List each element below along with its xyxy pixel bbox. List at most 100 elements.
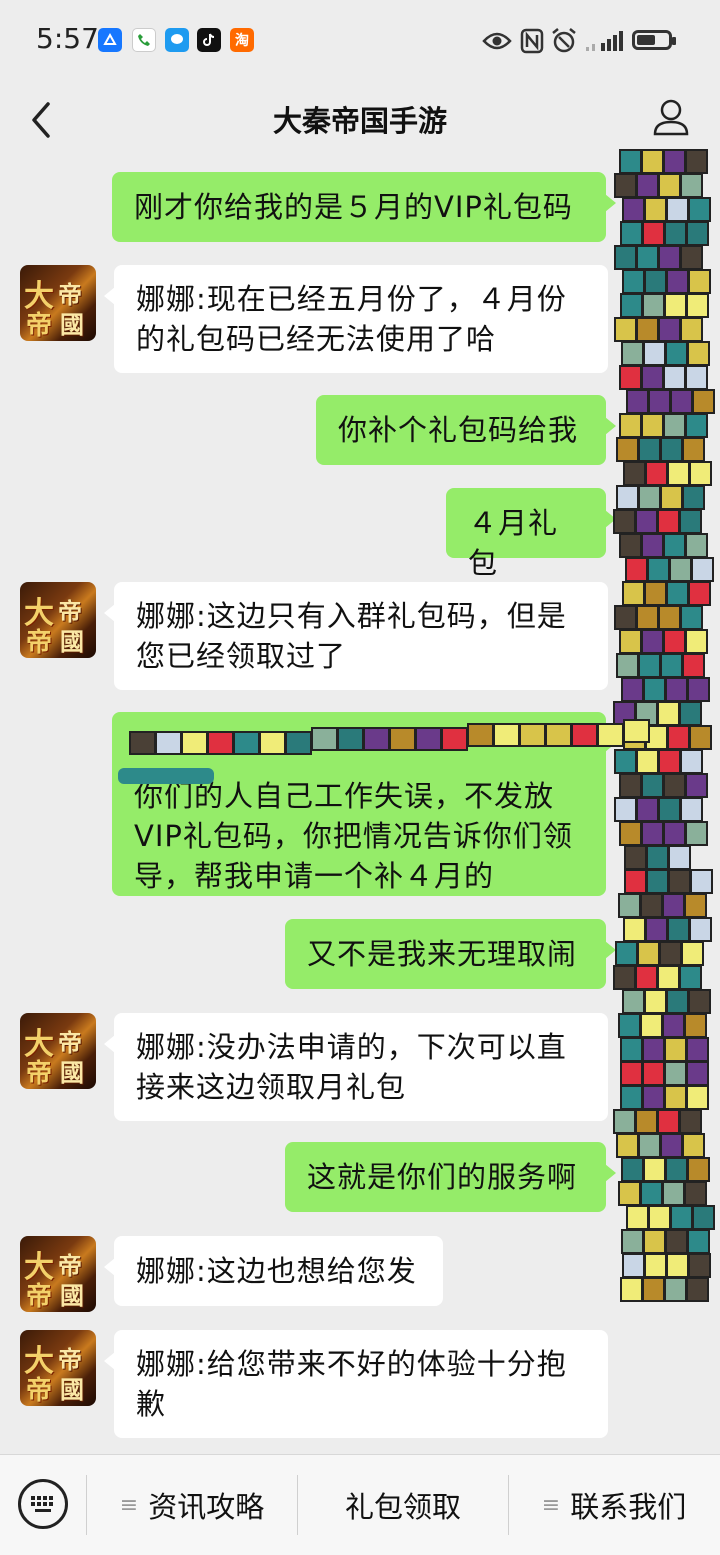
mosaic-tile [668,869,691,894]
mosaic-tile [619,149,642,174]
mosaic-tile [636,173,659,198]
mosaic-tile [648,389,671,414]
mosaic-tile [616,437,639,462]
mosaic-tile [597,723,624,747]
mosaic-tile [688,1253,711,1278]
mosaic-tile [680,173,703,198]
mosaic-tile [664,1037,687,1062]
mosaic-tile [618,893,641,918]
keyboard-icon[interactable] [18,1479,68,1529]
mosaic-tile [613,965,636,990]
mosaic-tile [665,341,688,366]
mosaic-tile [666,269,689,294]
mosaic-tile [647,557,670,582]
mosaic-tile [622,581,645,606]
mosaic-tile [690,869,713,894]
mosaic-tile [657,509,680,534]
mosaic-tile [689,917,712,942]
mosaic-tile [635,965,658,990]
mosaic-tile [667,917,690,942]
mosaic-tile [614,317,637,342]
mosaic-tile [415,727,442,751]
mosaic-tile [638,485,661,510]
mosaic-tile [679,509,702,534]
mosaic-tile [643,677,666,702]
menu-item-contact[interactable]: ≡ 联系我们 [509,1455,719,1555]
mosaic-tile [665,677,688,702]
mosaic-tile [685,365,708,390]
mosaic-tile [680,797,703,822]
mosaic-tile [692,1205,715,1230]
mosaic-tile [681,941,704,966]
mosaic-tile [685,773,708,798]
mosaic-tile [618,1013,641,1038]
mosaic-tile [657,965,680,990]
mosaic-tile [682,1133,705,1158]
mosaic-tile [657,701,680,726]
mosaic-tile [665,1157,688,1182]
mosaic-tile [636,605,659,630]
mosaic-tile [660,653,683,678]
mosaic-tile [640,1013,663,1038]
mosaic-tile [666,581,689,606]
mosaic-tile [663,365,686,390]
mosaic-tile [663,533,686,558]
mosaic-tile [623,917,646,942]
mosaic-tile [621,341,644,366]
menu-item-label: 联系我们 [570,1490,687,1524]
mosaic-tile [620,1085,643,1110]
mosaic-tile [636,797,659,822]
mosaic-tile [689,461,712,486]
mosaic-tile [642,221,665,246]
mosaic-tile [663,149,686,174]
mosaic-tile [619,629,642,654]
bottom-menu-bar: ≡ 资讯攻略 礼包领取 ≡ 联系我们 [0,1454,720,1555]
mosaic-tile [623,719,650,743]
mosaic-tile [664,1085,687,1110]
mosaic-tile [616,653,639,678]
menu-item-news[interactable]: ≡ 资讯攻略 [87,1455,297,1555]
mosaic-tile [620,293,643,318]
mosaic-tile [642,1085,665,1110]
mosaic-tile [571,723,598,747]
mosaic-tile [641,413,664,438]
mosaic-tile [643,1157,666,1182]
mosaic-tile [644,197,667,222]
mosaic-tile [658,317,681,342]
mosaic-tile [658,749,681,774]
mosaic-tile [614,797,637,822]
mosaic-tile [641,629,664,654]
mosaic-tile [688,269,711,294]
mosaic-tile [658,797,681,822]
mosaic-tile [659,941,682,966]
mosaic-tile [614,605,637,630]
mosaic-tile [689,725,712,750]
mosaic-tile [670,389,693,414]
mosaic-tile [648,1205,671,1230]
mosaic-tile [493,723,520,747]
mosaic-tile [679,701,702,726]
mosaic-tile [688,581,711,606]
mosaic-tile [640,893,663,918]
mosaic-tile [680,317,703,342]
mosaic-tile [645,917,668,942]
mosaic-tile [618,1181,641,1206]
mosaic-tile [679,1109,702,1134]
mosaic-tile [619,365,642,390]
mosaic-tile [687,677,710,702]
mosaic-tile [668,845,691,870]
mosaic-tile [259,731,286,755]
mosaic-tile [207,731,234,755]
mosaic-tile [663,821,686,846]
mosaic-tile [641,773,664,798]
mosaic-tile [636,245,659,270]
mosaic-tile [613,509,636,534]
mosaic-tile [685,821,708,846]
mosaic-tile [642,1037,665,1062]
mosaic-tile [664,221,687,246]
mosaic-tile [666,1253,689,1278]
mosaic-tile [615,941,638,966]
mosaic-tile [467,723,494,747]
menu-item-gift-pack[interactable]: 礼包领取 [298,1455,508,1555]
mosaic-tile [660,437,683,462]
